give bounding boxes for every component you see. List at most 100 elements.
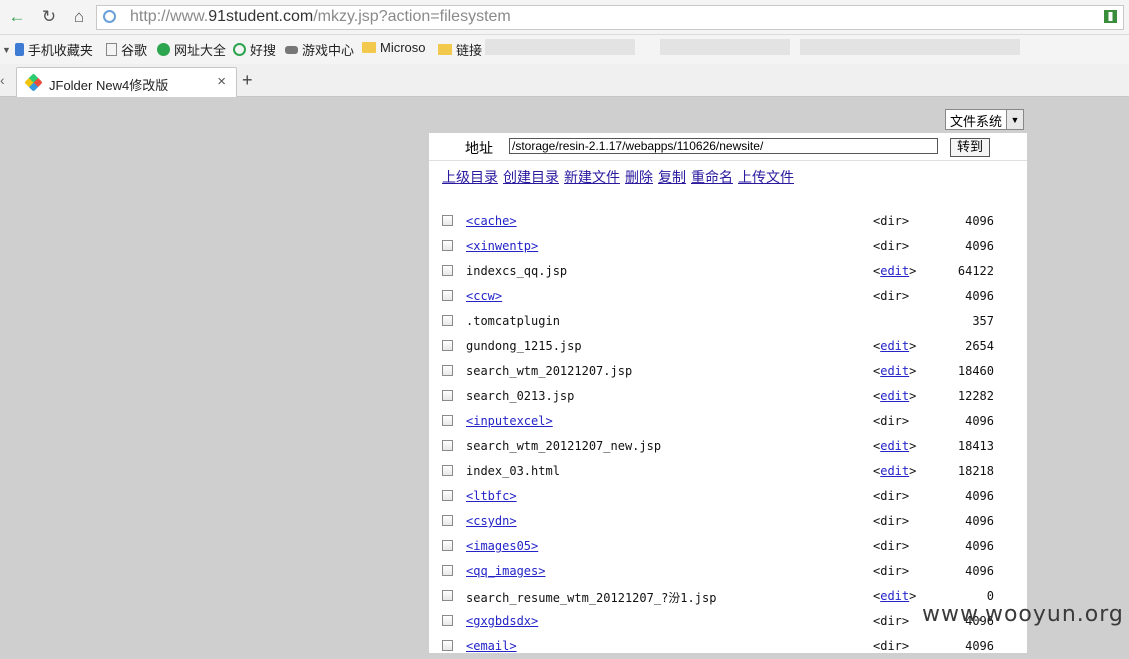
path-input[interactable] (509, 138, 938, 154)
row-checkbox[interactable] (442, 540, 453, 551)
directory-link[interactable]: <qq_images> (466, 564, 545, 578)
copy-link[interactable]: 复制 (658, 169, 686, 185)
file-size: 4096 (965, 514, 994, 528)
folder-icon (438, 44, 452, 55)
row-checkbox[interactable] (442, 565, 453, 576)
bookmark-microsoft[interactable]: Microso (362, 40, 426, 55)
delete-link[interactable]: 删除 (625, 169, 653, 185)
row-checkbox[interactable] (442, 340, 453, 351)
plus-circle-icon (157, 43, 170, 56)
jfolder-icon (24, 73, 43, 92)
page-icon (106, 43, 117, 56)
table-row: index_03.html <edit> 18218 (429, 459, 1027, 484)
file-size: 18218 (957, 464, 994, 478)
qr-code-icon[interactable] (1104, 10, 1117, 23)
row-checkbox[interactable] (442, 240, 453, 251)
directory-link[interactable]: <images05> (466, 539, 538, 553)
file-size: 4096 (965, 539, 994, 553)
row-checkbox[interactable] (442, 290, 453, 301)
row-checkbox[interactable] (442, 365, 453, 376)
browser-chrome: ← ↻ ⌂ http://www.91student.com/mkzy.jsp?… (0, 0, 1129, 97)
row-checkbox[interactable] (442, 390, 453, 401)
row-type: <dir> (873, 564, 910, 578)
file-size: 4096 (965, 289, 994, 303)
row-checkbox[interactable] (442, 215, 453, 226)
gamepad-icon (285, 45, 298, 54)
table-row: <images05> <dir> 4096 (429, 534, 1027, 559)
row-checkbox[interactable] (442, 590, 453, 601)
globe-icon (103, 10, 116, 23)
new-file-link[interactable]: 新建文件 (564, 169, 620, 185)
bookmark-links[interactable]: 链接 (438, 40, 482, 59)
bookmark-hao123[interactable]: 网址大全 (157, 40, 226, 59)
parent-dir-link[interactable]: 上级目录 (442, 169, 498, 185)
bookmark-games[interactable]: 游戏中心 (285, 40, 354, 59)
file-size: 4096 (965, 564, 994, 578)
file-name: .tomcatplugin (466, 314, 560, 328)
filesystem-select[interactable]: 文件系统 ▼ (945, 109, 1024, 130)
table-row: <email> <dir> 4096 (429, 634, 1027, 659)
directory-link[interactable]: <xinwentp> (466, 239, 538, 253)
table-row: <xinwentp> <dir> 4096 (429, 234, 1027, 259)
table-row: <inputexcel> <dir> 4096 (429, 409, 1027, 434)
new-tab-icon[interactable]: + (242, 70, 253, 91)
address-row: 地址 转到 (429, 133, 1027, 161)
bookmark-mobile[interactable]: ▼ 手机收藏夹 (2, 40, 93, 59)
row-checkbox[interactable] (442, 440, 453, 451)
go-button[interactable]: 转到 (950, 138, 990, 157)
row-checkbox[interactable] (442, 640, 453, 651)
row-checkbox[interactable] (442, 315, 453, 326)
edit-link[interactable]: edit (880, 464, 909, 478)
tab-scroll-icon[interactable]: ‹ (0, 72, 5, 88)
directory-link[interactable]: <cache> (466, 214, 517, 228)
file-name: indexcs_qq.jsp (466, 264, 568, 278)
table-row: <csydn> <dir> 4096 (429, 509, 1027, 534)
row-checkbox[interactable] (442, 415, 453, 426)
row-checkbox[interactable] (442, 515, 453, 526)
file-size: 4096 (965, 489, 994, 503)
edit-link[interactable]: edit (880, 264, 909, 278)
file-size: 18460 (957, 364, 994, 378)
file-name: search_wtm_20121207.jsp (466, 364, 633, 378)
row-checkbox[interactable] (442, 265, 453, 276)
file-size: 0 (986, 589, 994, 603)
tab-jfolder[interactable]: JFolder New4修改版 × (16, 67, 237, 97)
edit-link[interactable]: edit (880, 364, 909, 378)
directory-link[interactable]: <email> (466, 639, 517, 653)
file-name: search_resume_wtm_20121207_?汾1.jsp (466, 591, 717, 605)
table-row: <cache> <dir> 4096 (429, 209, 1027, 234)
directory-link[interactable]: <ccw> (466, 289, 502, 303)
row-checkbox[interactable] (442, 615, 453, 626)
row-type: <dir> (873, 489, 910, 503)
edit-link[interactable]: edit (880, 339, 909, 353)
bookmark-google[interactable]: 谷歌 (106, 40, 147, 59)
row-checkbox[interactable] (442, 490, 453, 501)
directory-link[interactable]: <inputexcel> (466, 414, 553, 428)
upload-file-link[interactable]: 上传文件 (738, 169, 794, 185)
redacted-area (485, 39, 635, 55)
directory-link[interactable]: <csydn> (466, 514, 517, 528)
bookmark-haosou[interactable]: 好搜 (233, 40, 276, 59)
file-size: 64122 (957, 264, 994, 278)
edit-link[interactable]: edit (880, 389, 909, 403)
close-icon[interactable]: × (217, 73, 226, 90)
search-icon (233, 43, 246, 56)
edit-link[interactable]: edit (880, 439, 909, 453)
watermark: www.wooyun.org (922, 602, 1124, 627)
back-arrow-icon[interactable]: ← (4, 5, 30, 29)
file-size: 4096 (965, 214, 994, 228)
reload-icon[interactable]: ↻ (36, 5, 62, 29)
row-type: <dir> (873, 239, 910, 253)
home-icon[interactable]: ⌂ (66, 5, 92, 29)
tab-strip: ‹ JFolder New4修改版 × + (0, 64, 1129, 97)
folder-icon (362, 42, 376, 53)
row-checkbox[interactable] (442, 465, 453, 476)
url-bar[interactable]: http://www.91student.com/mkzy.jsp?action… (96, 5, 1124, 30)
edit-link[interactable]: edit (880, 589, 909, 603)
create-dir-link[interactable]: 创建目录 (503, 169, 559, 185)
directory-link[interactable]: <gxgbdsdx> (466, 614, 538, 628)
rename-link[interactable]: 重命名 (691, 169, 733, 185)
directory-link[interactable]: <ltbfc> (466, 489, 517, 503)
file-name: search_0213.jsp (466, 389, 575, 403)
row-type: <dir> (873, 414, 910, 428)
